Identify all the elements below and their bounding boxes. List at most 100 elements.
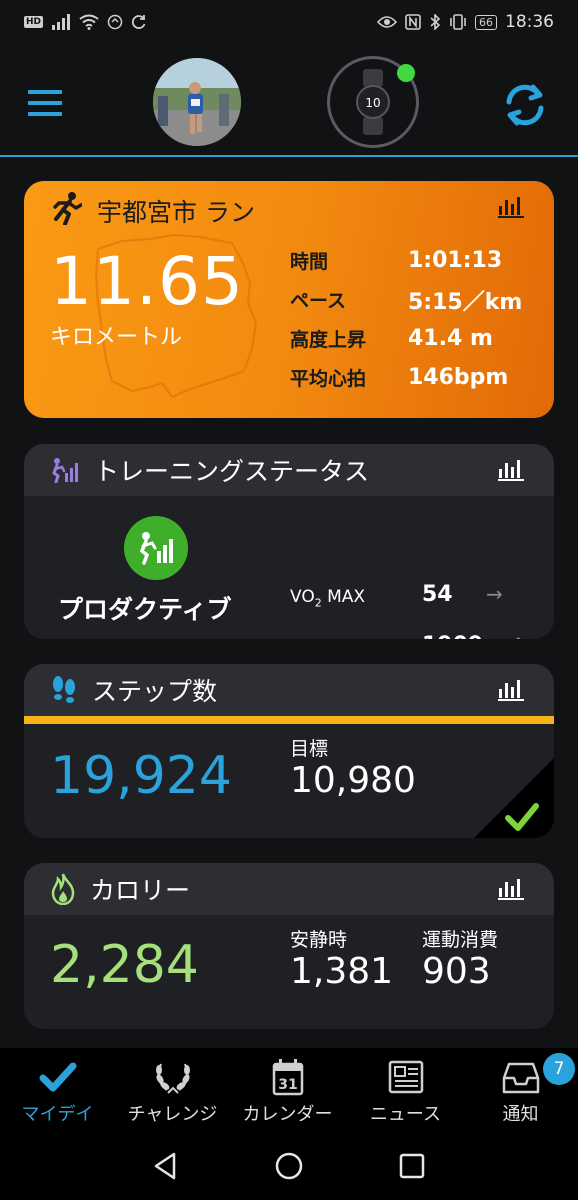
stat-value: 146bpm bbox=[408, 365, 509, 390]
distance-unit: キロメートル bbox=[50, 325, 183, 350]
stat-row-pace: ペース 5:15／km bbox=[290, 280, 522, 319]
bluetooth-icon bbox=[430, 14, 441, 30]
activity-title: 宇都宮市 ラン bbox=[97, 198, 255, 227]
steps-card[interactable]: ステップ数 19,924 目標 10,980 bbox=[24, 664, 554, 838]
nfc-icon bbox=[405, 14, 421, 30]
nav-my-day[interactable]: マイデイ bbox=[0, 1048, 115, 1132]
stat-label: 時間 bbox=[290, 251, 329, 273]
chart-icon[interactable] bbox=[498, 679, 524, 701]
calendar-icon: 31 bbox=[272, 1059, 303, 1096]
vo2-max-value: 54 bbox=[422, 582, 453, 607]
nav-label: ニュース bbox=[369, 1104, 442, 1125]
system-navigation-bar bbox=[0, 1132, 578, 1200]
watch-icon: 10 bbox=[356, 69, 390, 135]
menu-button[interactable] bbox=[28, 90, 62, 116]
menu-icon-bar bbox=[28, 90, 62, 94]
stat-label: 平均心拍 bbox=[290, 368, 367, 390]
nav-label: チャレンジ bbox=[127, 1104, 218, 1125]
vo2-trend-arrow: → bbox=[486, 582, 503, 606]
vo2-label-subscript: 2 bbox=[314, 596, 322, 610]
bottom-navigation: マイデイ チャレンジ 31 カレンダー ニュース 通知 bbox=[0, 1048, 578, 1132]
steps-goal-progress-bar bbox=[24, 716, 554, 724]
vibrate-icon bbox=[450, 14, 466, 30]
run-stats: 時間 1:01:13 ペース 5:15／km 高度上昇 41.4 m 平均心拍 … bbox=[290, 241, 522, 397]
stat-label: 高度上昇 bbox=[290, 329, 367, 351]
training-status-value: プロダクティブ bbox=[58, 595, 232, 624]
menu-icon-bar bbox=[28, 112, 62, 116]
vo2-max-label: VO2 MAX bbox=[290, 587, 365, 609]
distance-value: 11.65 bbox=[50, 243, 244, 320]
vo2-label-suffix: MAX bbox=[321, 587, 366, 607]
stat-label: ペース bbox=[290, 290, 347, 312]
card-title: ステップ数 bbox=[92, 677, 218, 706]
load-value: 1909 bbox=[422, 633, 483, 639]
wifi-icon bbox=[79, 14, 99, 30]
resting-calories-value: 1,381 bbox=[290, 951, 394, 992]
run-activity-card[interactable]: 宇都宮市 ラン 11.65 キロメートル 時間 1:01:13 ペース 5:15… bbox=[24, 181, 554, 418]
chart-icon[interactable] bbox=[498, 878, 524, 900]
card-body: 19,924 目標 10,980 bbox=[24, 724, 554, 838]
stat-row-heart-rate: 平均心拍 146bpm bbox=[290, 358, 522, 397]
goal-label: 目標 bbox=[290, 738, 329, 760]
nav-label: 通知 bbox=[502, 1104, 539, 1125]
chart-icon[interactable] bbox=[498, 459, 524, 481]
nav-calendar[interactable]: 31 カレンダー bbox=[230, 1048, 345, 1132]
data-saver-icon bbox=[107, 14, 123, 30]
stat-row-elevation: 高度上昇 41.4 m bbox=[290, 319, 522, 358]
home-button[interactable] bbox=[273, 1150, 305, 1182]
productive-status-badge bbox=[124, 516, 188, 580]
resting-calories-label: 安静時 bbox=[290, 929, 348, 951]
goal-achieved-check-icon bbox=[474, 758, 554, 838]
card-title: カロリー bbox=[90, 876, 191, 905]
card-title: トレーニングステータス bbox=[94, 457, 370, 486]
stat-value: 1:01:13 bbox=[408, 248, 503, 273]
status-time: 18:36 bbox=[505, 12, 554, 32]
training-status-icon bbox=[52, 458, 78, 483]
nav-challenges[interactable]: チャレンジ bbox=[115, 1048, 230, 1132]
load-trend-arrow: ↑ bbox=[510, 633, 527, 639]
nav-label: カレンダー bbox=[242, 1104, 333, 1125]
active-calories-label: 運動消費 bbox=[422, 929, 499, 951]
watch-screen-value: 10 bbox=[365, 96, 380, 110]
steps-value: 19,924 bbox=[50, 746, 232, 806]
inbox-icon bbox=[502, 1062, 539, 1094]
stat-row-time: 時間 1:01:13 bbox=[290, 241, 522, 280]
status-bar: HD 66 18:36 bbox=[0, 0, 578, 44]
sync-button[interactable] bbox=[500, 80, 550, 130]
sync-status-icon bbox=[131, 15, 146, 29]
load-label: 負荷 bbox=[290, 638, 324, 639]
running-icon bbox=[53, 192, 82, 225]
goal-value: 10,980 bbox=[290, 760, 416, 801]
productive-icon bbox=[139, 532, 173, 565]
vo2-label-prefix: VO bbox=[290, 587, 315, 607]
card-body: プロダクティブ VO2 MAX 54 → 負荷 1909 ↑ bbox=[24, 496, 554, 639]
eye-icon bbox=[377, 16, 397, 28]
header-divider bbox=[0, 155, 578, 157]
stat-value: 41.4 m bbox=[408, 326, 493, 351]
flame-icon bbox=[51, 873, 75, 905]
watch-connected-indicator bbox=[397, 64, 415, 82]
card-header: トレーニングステータス bbox=[24, 444, 554, 496]
training-status-card[interactable]: トレーニングステータス プロダクティブ VO2 MAX 54 → 負荷 1909 bbox=[24, 444, 554, 639]
recents-button[interactable] bbox=[396, 1150, 428, 1182]
chart-icon[interactable] bbox=[498, 196, 524, 218]
card-body: 2,284 安静時 1,381 運動消費 903 bbox=[24, 915, 554, 1029]
check-icon bbox=[39, 1062, 76, 1092]
newspaper-icon bbox=[388, 1060, 423, 1094]
notification-count-badge: 7 bbox=[543, 1053, 575, 1085]
nav-label: マイデイ bbox=[21, 1104, 94, 1125]
calories-card[interactable]: カロリー 2,284 安静時 1,381 運動消費 903 bbox=[24, 863, 554, 1029]
back-button[interactable] bbox=[150, 1150, 182, 1182]
calendar-day-number: 31 bbox=[278, 1077, 297, 1093]
footprints-icon bbox=[53, 676, 75, 703]
runner-photo bbox=[153, 58, 241, 146]
profile-avatar[interactable] bbox=[153, 58, 241, 146]
nav-news[interactable]: ニュース bbox=[348, 1048, 463, 1132]
card-header: カロリー bbox=[24, 863, 554, 915]
active-calories-value: 903 bbox=[422, 951, 491, 992]
card-header: ステップ数 bbox=[24, 664, 554, 716]
calories-total: 2,284 bbox=[50, 935, 199, 995]
app-header: 10 bbox=[0, 44, 578, 156]
laurel-icon bbox=[155, 1063, 190, 1094]
menu-icon-bar bbox=[28, 101, 62, 105]
